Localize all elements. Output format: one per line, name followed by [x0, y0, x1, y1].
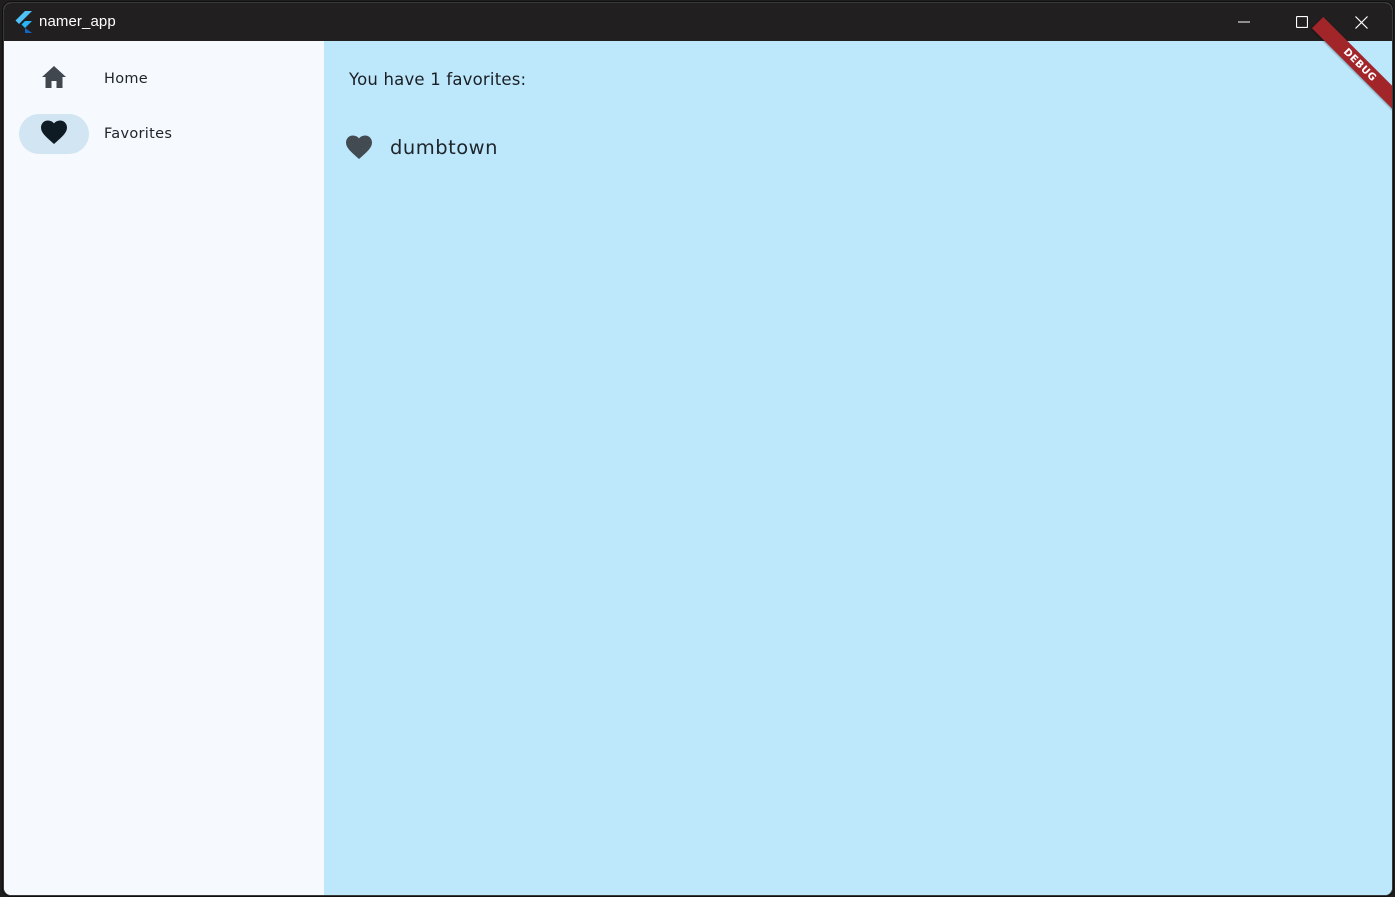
nav-indicator-home — [19, 59, 89, 99]
home-icon — [41, 65, 67, 93]
minimize-icon — [1238, 16, 1250, 28]
nav-item-favorites[interactable]: Favorites — [19, 114, 309, 154]
window-title: namer_app — [39, 13, 116, 30]
navigation-rail: Home Favorites — [4, 41, 324, 895]
favorite-heart-icon — [345, 133, 373, 161]
nav-label-favorites: Favorites — [104, 126, 173, 142]
favorites-count-heading: You have 1 favorites: — [349, 70, 527, 89]
flutter-logo-icon — [13, 11, 33, 33]
maximize-icon — [1296, 16, 1308, 28]
favorites-page: You have 1 favorites: dumbtown DEBUG — [324, 16, 1392, 895]
favorite-list-item[interactable]: dumbtown — [345, 131, 498, 163]
favorite-heart-icon — [40, 119, 68, 149]
nav-item-home[interactable]: Home — [19, 59, 309, 99]
nav-label-home: Home — [104, 71, 149, 87]
minimize-button[interactable] — [1215, 3, 1273, 41]
debug-banner-label: DEBUG — [1341, 46, 1379, 84]
app-window: namer_app Home Favorites You have 1 favo… — [3, 2, 1393, 896]
title-bar[interactable]: namer_app — [4, 3, 1392, 41]
close-icon — [1354, 15, 1368, 29]
favorite-word-pair: dumbtown — [390, 135, 498, 159]
nav-indicator-favorites — [19, 114, 89, 154]
